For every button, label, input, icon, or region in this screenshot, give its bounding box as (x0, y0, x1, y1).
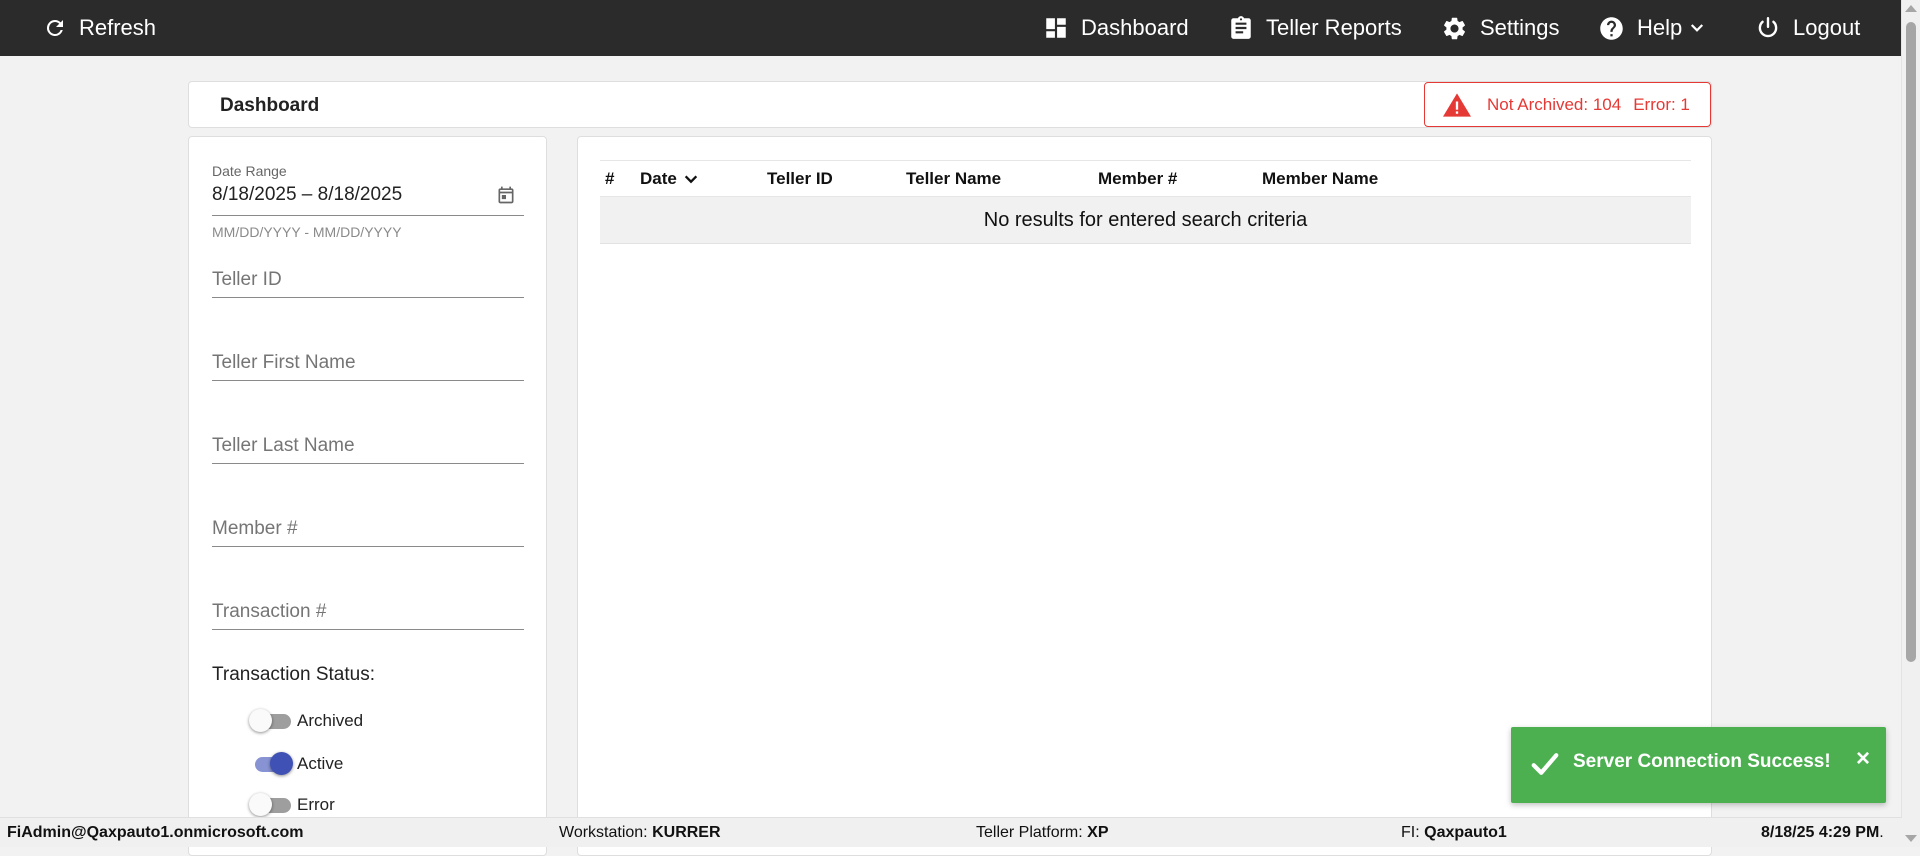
table-header-row: # Date Teller ID Teller Name Member # Me… (600, 160, 1691, 197)
column-header-date[interactable]: Date (640, 161, 699, 197)
refresh-icon (46, 19, 63, 36)
column-header-teller-id[interactable]: Teller ID (767, 161, 833, 197)
footer-datetime-suffix: . (1879, 824, 1884, 841)
footer-workstation-value: KURRER (652, 824, 721, 841)
footer-workstation-label: Workstation: (559, 824, 648, 841)
help-icon (1600, 16, 1623, 40)
scroll-down-icon[interactable] (1905, 835, 1917, 842)
toggle-knob (270, 752, 293, 775)
dashboard-header-card: Dashboard Not Archived: 104 Error: 1 (188, 81, 1712, 128)
nav-dashboard[interactable]: Dashboard (1043, 0, 1189, 56)
transaction-number-input[interactable] (212, 595, 524, 630)
nav-dashboard-label: Dashboard (1081, 15, 1189, 40)
chevron-down-icon (1691, 24, 1704, 32)
error-count: Error: 1 (1633, 94, 1690, 114)
transaction-status-heading: Transaction Status: (212, 664, 375, 685)
status-row-archived: Archived (249, 709, 363, 733)
error-toggle[interactable] (249, 793, 295, 817)
toast-message: Server Connection Success! (1573, 751, 1831, 772)
status-row-error: Error (249, 793, 335, 817)
active-toggle[interactable] (249, 752, 295, 776)
not-archived-count: Not Archived: 104 (1487, 94, 1622, 114)
nav-teller-reports[interactable]: Teller Reports (1228, 0, 1402, 56)
nav-help-dropdown[interactable]: Help (1598, 0, 1706, 56)
footer-fi-value: Qaxpauto1 (1424, 824, 1507, 841)
teller-id-input[interactable] (212, 263, 524, 298)
sort-chevron-down-icon (684, 175, 698, 184)
status-row-active: Active (249, 752, 343, 776)
nav-teller-reports-label: Teller Reports (1266, 15, 1402, 40)
scroll-thumb[interactable] (1906, 22, 1916, 662)
date-range-input[interactable]: 8/18/2025 – 8/18/2025 (212, 184, 402, 206)
status-footer: FiAdmin@Qaxpauto1.onmicrosoft.com Workst… (0, 817, 1902, 847)
page-scrollbar[interactable] (1901, 0, 1920, 847)
column-header-teller-name[interactable]: Teller Name (906, 161, 1001, 197)
checkmark-icon (1531, 753, 1559, 775)
page-title: Dashboard (220, 95, 320, 116)
nav-settings-label: Settings (1480, 15, 1560, 40)
date-range-hint: MM/DD/YYYY - MM/DD/YYYY (212, 224, 402, 240)
toggle-knob (249, 709, 272, 732)
archive-alert-badge[interactable]: Not Archived: 104 Error: 1 (1424, 82, 1711, 127)
toggle-knob (249, 793, 272, 816)
date-range-label: Date Range (212, 163, 287, 179)
footer-fi-label: FI: (1401, 824, 1420, 841)
member-number-input[interactable] (212, 512, 524, 547)
refresh-label: Refresh (79, 15, 157, 40)
nav-settings[interactable]: Settings (1441, 0, 1560, 56)
logout-label: Logout (1793, 15, 1861, 40)
filter-panel: Date Range 8/18/2025 – 8/18/2025 MM/DD/Y… (188, 136, 547, 856)
dashboard-icon (1046, 18, 1066, 38)
calendar-icon[interactable] (496, 185, 516, 205)
teller-first-name-input[interactable] (212, 346, 524, 381)
footer-datetime: 8/18/25 4:29 PM. (1761, 824, 1884, 842)
teller-last-name-input[interactable] (212, 429, 524, 464)
warning-icon (1443, 92, 1471, 117)
footer-datetime-value: 8/18/25 4:29 PM (1761, 824, 1880, 841)
success-toast: Server Connection Success! × (1511, 727, 1886, 803)
footer-user-value: FiAdmin@Qaxpauto1.onmicrosoft.com (7, 824, 304, 841)
clipboard-icon (1231, 16, 1251, 39)
logout-button[interactable]: Logout (1755, 0, 1860, 56)
active-label: Active (297, 754, 344, 773)
footer-fi: FI: Qaxpauto1 (1401, 824, 1507, 842)
gear-icon (1443, 17, 1466, 39)
refresh-button[interactable]: Refresh (43, 0, 156, 56)
column-header-member-name[interactable]: Member Name (1262, 161, 1378, 197)
power-icon (1758, 17, 1778, 38)
footer-platform-value: XP (1087, 824, 1109, 841)
nav-help-label: Help (1637, 15, 1683, 40)
footer-platform-label: Teller Platform: (976, 824, 1083, 841)
scroll-up-icon[interactable] (1905, 5, 1917, 12)
column-header-number[interactable]: # (605, 161, 614, 197)
footer-platform: Teller Platform: XP (976, 824, 1109, 842)
column-header-date-label: Date (640, 169, 677, 188)
date-range-underline (212, 215, 524, 216)
error-label: Error (297, 795, 335, 814)
toast-close-button[interactable]: × (1856, 747, 1870, 771)
top-nav-bar: Refresh Dashboard Teller Reports Setting… (0, 0, 1902, 56)
footer-user: FiAdmin@Qaxpauto1.onmicrosoft.com (7, 824, 304, 842)
archived-toggle[interactable] (249, 709, 295, 733)
empty-results-message: No results for entered search criteria (983, 208, 1308, 231)
archived-label: Archived (297, 711, 364, 730)
footer-workstation: Workstation: KURRER (559, 824, 721, 842)
empty-results-row: No results for entered search criteria (600, 197, 1691, 244)
column-header-member-number[interactable]: Member # (1098, 161, 1177, 197)
